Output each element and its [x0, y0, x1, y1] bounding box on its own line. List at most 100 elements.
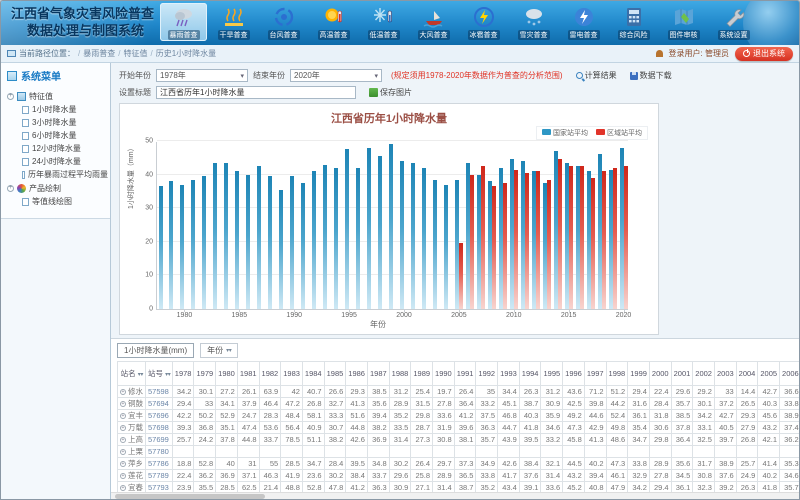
toolbar-item-干旱普查[interactable]: 干旱普查	[210, 3, 257, 41]
y-tick-label: 40	[145, 171, 153, 178]
toolbar-item-高温普查[interactable]: 高温普查	[310, 3, 357, 41]
column-header-year[interactable]: 2003	[714, 362, 736, 386]
sort-icons[interactable]: ▾ ▾	[138, 372, 143, 378]
breadcrumb-item[interactable]: 暴雨普查	[83, 49, 115, 58]
row-expander-icon[interactable]: +	[120, 389, 126, 395]
toolbar-item-label: 雪灾普查	[518, 30, 550, 40]
tree-item-等值线绘图[interactable]: 等值线绘图	[22, 195, 108, 208]
column-header-year[interactable]: 1982	[259, 362, 281, 386]
bar-国家站平均-2014	[554, 151, 558, 309]
tree-item-1小时降水量[interactable]: 1小时降水量	[22, 103, 108, 116]
column-header-year[interactable]: 1984	[302, 362, 324, 386]
column-header-year[interactable]: 1983	[281, 362, 303, 386]
value-cell: 39.6	[454, 422, 476, 434]
column-header-year[interactable]: 2000	[649, 362, 671, 386]
column-header-year[interactable]: 2005	[758, 362, 780, 386]
column-header-year[interactable]: 1998	[606, 362, 628, 386]
column-header-year[interactable]: 1985	[324, 362, 346, 386]
expander-icon[interactable]: +	[7, 93, 14, 100]
column-header-year[interactable]: 1996	[563, 362, 585, 386]
column-header-year[interactable]: 1990	[433, 362, 455, 386]
start-year-select[interactable]: 1978年 ▾	[156, 69, 248, 82]
toolbar-item-冰雹普查[interactable]: 冰雹普查	[460, 3, 507, 41]
row-expander-icon[interactable]: +	[120, 473, 126, 479]
tree-group-特征值[interactable]: +特征值	[7, 89, 108, 103]
chart-title-input[interactable]	[156, 86, 356, 99]
row-expander-icon[interactable]: +	[120, 425, 126, 431]
scrollbar-thumb[interactable]	[115, 494, 265, 499]
column-header-year[interactable]: 1986	[346, 362, 368, 386]
value-cell	[411, 446, 433, 458]
column-header-year[interactable]: 1981	[237, 362, 259, 386]
value-cell: 36.9	[216, 470, 238, 482]
column-header-year[interactable]: 1988	[389, 362, 411, 386]
value-cell: 47.3	[606, 458, 628, 470]
column-header-station-id[interactable]: 站号 ▾ ▾	[146, 362, 173, 386]
calculate-button[interactable]: 计算结果	[576, 70, 617, 81]
column-header-year[interactable]: 1980	[216, 362, 238, 386]
column-header-year[interactable]: 1992	[476, 362, 498, 386]
legend-item[interactable]: 国家站平均	[542, 128, 588, 138]
column-header-year[interactable]: 1999	[628, 362, 650, 386]
toolbar-item-大风普查[interactable]: 大风普查	[410, 3, 457, 41]
row-expander-icon[interactable]: +	[120, 413, 126, 419]
tree-item-6小时降水量[interactable]: 6小时降水量	[22, 129, 108, 142]
station-id-cell: 57789	[146, 470, 173, 482]
bar-区域站平均-2019	[613, 168, 617, 309]
column-header-year[interactable]: 1994	[519, 362, 541, 386]
toolbar-item-低温普查[interactable]: 低温普查	[360, 3, 407, 41]
column-header-year[interactable]: 1987	[367, 362, 389, 386]
column-header-year[interactable]: 1979	[194, 362, 216, 386]
end-year-select[interactable]: 2020年 ▾	[290, 69, 382, 82]
value-cell: 41.8	[519, 422, 541, 434]
tree-item-12小时降水量[interactable]: 12小时降水量	[22, 142, 108, 155]
toolbar-item-雪灾普查[interactable]: 雪灾普查	[510, 3, 557, 41]
column-header-year[interactable]: 2006	[780, 362, 799, 386]
sidebar-tree: +特征值1小时降水量3小时降水量6小时降水量12小时降水量24小时降水量历年暴雨…	[1, 87, 110, 214]
row-expander-icon[interactable]: +	[120, 461, 126, 467]
sort-icons[interactable]: ▾ ▾	[165, 372, 170, 378]
column-header-year[interactable]: 2004	[736, 362, 758, 386]
breadcrumb-item[interactable]: 历史1小时降水量	[156, 49, 216, 58]
column-header-year[interactable]: 1997	[584, 362, 606, 386]
toolbar-item-综合风险[interactable]: 综合风险	[610, 3, 657, 41]
tree-item-3小时降水量[interactable]: 3小时降水量	[22, 116, 108, 129]
column-header-year[interactable]: 1993	[498, 362, 520, 386]
column-header-year[interactable]: 1991	[454, 362, 476, 386]
value-cell: 39.7	[714, 434, 736, 446]
row-expander-icon[interactable]: +	[120, 449, 126, 455]
row-expander-icon[interactable]: +	[120, 437, 126, 443]
logout-button[interactable]: 退出系统	[735, 47, 793, 61]
download-data-button[interactable]: 数据下载	[630, 70, 672, 81]
year-filter-dropdown[interactable]: 年份 ▾ ▾	[200, 343, 238, 358]
station-id-cell: 57699	[146, 434, 173, 446]
breadcrumb-item[interactable]: 特征值	[123, 49, 147, 58]
tree-item-历年暴雨过程平均雨量[interactable]: 历年暴雨过程平均雨量	[22, 168, 108, 181]
table-row: +万载5769839.336.835.147.453.656.440.930.7…	[118, 422, 800, 434]
value-cell: 32.7	[324, 398, 346, 410]
station-name: +铜鼓	[120, 398, 143, 409]
tree-group-产品绘制[interactable]: +产品绘制	[7, 181, 108, 195]
toolbar-item-系统设置[interactable]: 系统设置	[710, 3, 757, 41]
row-expander-icon[interactable]: +	[120, 401, 126, 407]
value-cell: 48.6	[606, 434, 628, 446]
toolbar-item-暴雨普查[interactable]: 暴雨普查	[160, 3, 207, 41]
column-header-year[interactable]: 1995	[541, 362, 563, 386]
save-image-button[interactable]: 保存图片	[369, 87, 412, 98]
column-header-station-name[interactable]: 站名 ▾ ▾	[118, 362, 146, 386]
app-title-line1: 江西省气象灾害风险普查	[11, 6, 154, 21]
column-header-year[interactable]: 1989	[411, 362, 433, 386]
column-header-year[interactable]: 2001	[671, 362, 693, 386]
toolbar-item-台风普查[interactable]: 台风普查	[260, 3, 307, 41]
legend-item[interactable]: 区域站平均	[596, 128, 642, 138]
column-header-year[interactable]: 1978	[172, 362, 194, 386]
station-name-cell: +上栗	[118, 446, 146, 458]
column-header-year[interactable]: 2002	[693, 362, 715, 386]
toolbar-item-图件审核[interactable]: 图件审核	[660, 3, 707, 41]
horizontal-scrollbar[interactable]	[111, 492, 799, 500]
expander-icon[interactable]: +	[7, 185, 14, 192]
tree-item-24小时降水量[interactable]: 24小时降水量	[22, 155, 108, 168]
row-expander-icon[interactable]: +	[120, 485, 126, 491]
y-tick-label: 30	[145, 205, 153, 212]
toolbar-item-雷电普查[interactable]: 雷电普查	[560, 3, 607, 41]
